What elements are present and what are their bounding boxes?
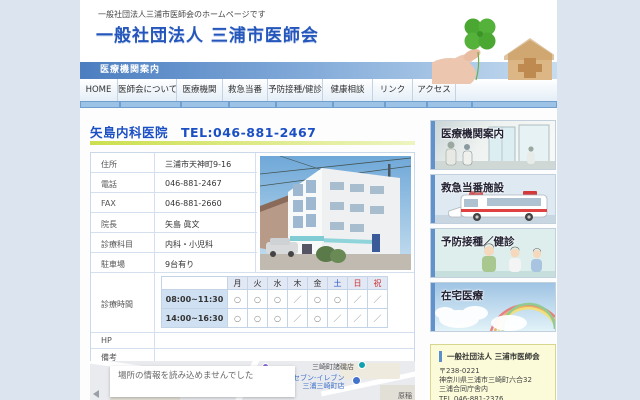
row-label: 診療科目 bbox=[91, 233, 155, 252]
page: 一般社団法人三浦市医師会のホームページです 一般社団法人 三浦市医師会 医療機関… bbox=[0, 0, 640, 400]
schedule-afternoon-row: 14:00~16:30 ○ ○ ○ ／ ○ ／ ／ ／ bbox=[161, 308, 388, 328]
sidebar-button-home-care[interactable]: 在宅医療 bbox=[430, 282, 556, 332]
day-thu: 木 bbox=[287, 276, 308, 290]
button-accent-bar bbox=[431, 121, 435, 169]
main-content: 矢島内科医院 TEL:046-881-2467 住所 三浦市天神町9-16 電話… bbox=[80, 108, 557, 400]
row-label: 院長 bbox=[91, 213, 155, 232]
house-icon bbox=[504, 38, 554, 80]
content-area: 一般社団法人三浦市医師会のホームページです 一般社団法人 三浦市医師会 医療機関… bbox=[80, 0, 557, 400]
row-value: 046-881-2660 bbox=[155, 193, 256, 212]
nav-item-links[interactable]: リンク bbox=[373, 79, 413, 101]
map-poi-icon bbox=[358, 361, 366, 369]
time-slot: 14:00~16:30 bbox=[161, 308, 228, 328]
schedule-header-row: 月 火 水 木 金 土 日 祝 bbox=[161, 276, 388, 290]
day-wed: 水 bbox=[267, 276, 288, 290]
association-name: 一般社団法人 三浦市医師会 bbox=[439, 351, 555, 362]
map-poi-icon bbox=[352, 376, 361, 385]
map-poi-seven-eleven: セブン-イレブン 三浦三崎町店 bbox=[293, 374, 345, 391]
day-holiday: 祝 bbox=[367, 276, 388, 290]
nav-item-vaccination[interactable]: 予防接種/健診 bbox=[268, 79, 323, 101]
nav-underline-strip bbox=[80, 101, 557, 108]
sidebar-button-institutions[interactable]: 医療機関案内 bbox=[430, 120, 556, 170]
map-control-icon[interactable] bbox=[93, 390, 99, 398]
row-value bbox=[155, 333, 414, 348]
button-accent-bar bbox=[431, 229, 435, 277]
row-value: 046-881-2467 bbox=[155, 173, 256, 192]
sidebar-button-vaccination[interactable]: 予防接種／健診 bbox=[430, 228, 556, 278]
association-info-box: 一般社団法人 三浦市医師会 〒238-0221 神奈川県三浦市三崎町六合32 三… bbox=[430, 344, 556, 400]
table-row-hours: 診療時間 月 火 水 木 金 土 日 祝 08:00~11:30 ○ ○ ○ ／… bbox=[91, 273, 414, 333]
day-sun: 日 bbox=[347, 276, 368, 290]
address-line2: 三浦合同庁舎内 bbox=[439, 385, 488, 394]
sidebar-button-label: 医療機関案内 bbox=[441, 128, 504, 140]
map-poi-label: 三崎町諸磯店 bbox=[312, 363, 354, 371]
table-row-hp: HP bbox=[91, 333, 414, 349]
nav-item-emergency[interactable]: 救急当番 bbox=[223, 79, 268, 101]
sidebar-button-label: 救急当番施設 bbox=[441, 182, 504, 194]
tel-line: TEL 046-881-2376 bbox=[439, 394, 504, 400]
day-tue: 火 bbox=[247, 276, 268, 290]
location-map[interactable]: 三崎町諸磯店 セブン-イレブン 三浦三崎町店 原稲 場所の情報を読み込めませんで… bbox=[90, 361, 415, 400]
row-label: 電話 bbox=[91, 173, 155, 192]
map-error-box: 場所の情報を読み込めませんでした bbox=[110, 366, 295, 397]
clinic-building-photo bbox=[257, 153, 414, 273]
time-slot: 08:00~11:30 bbox=[161, 289, 228, 309]
row-label: 住所 bbox=[91, 153, 155, 172]
row-label: HP bbox=[91, 333, 155, 348]
button-accent-bar bbox=[431, 175, 435, 223]
ambulance-icon bbox=[447, 191, 548, 221]
schedule-morning-row: 08:00~11:30 ○ ○ ○ ／ ○ ○ ／ ／ bbox=[161, 289, 388, 309]
row-value: 内科・小児科 bbox=[155, 233, 256, 252]
sidebar-button-emergency[interactable]: 救急当番施設 bbox=[430, 174, 556, 224]
nav-item-home[interactable]: HOME bbox=[80, 79, 118, 101]
map-poi-partial-label: 原稲 bbox=[398, 392, 412, 400]
site-title: 一般社団法人 三浦市医師会 bbox=[96, 26, 319, 46]
site-tagline: 一般社団法人三浦市医師会のホームページです bbox=[98, 10, 266, 19]
clover-icon bbox=[464, 18, 496, 50]
row-label: 診療時間 bbox=[91, 273, 155, 332]
sidebar-button-label: 在宅医療 bbox=[441, 290, 483, 302]
button-accent-bar bbox=[431, 283, 435, 331]
day-mon: 月 bbox=[227, 276, 248, 290]
day-sat: 土 bbox=[327, 276, 348, 290]
row-value: 9台有り bbox=[155, 253, 256, 272]
clover-hand-house-image bbox=[432, 18, 554, 84]
schedule-table: 月 火 水 木 金 土 日 祝 08:00~11:30 ○ ○ ○ ／ ○ ○ … bbox=[161, 276, 388, 328]
sidebar-button-label: 予防接種／健診 bbox=[441, 236, 515, 248]
map-error-text: 場所の情報を読み込めませんでした bbox=[118, 371, 254, 381]
row-label: FAX bbox=[91, 193, 155, 212]
postal-code: 〒238-0221 bbox=[439, 367, 480, 375]
row-value: 三浦市天神町9-16 bbox=[155, 153, 256, 172]
nav-item-consultation[interactable]: 健康相談 bbox=[323, 79, 373, 101]
day-fri: 金 bbox=[307, 276, 328, 290]
title-underline bbox=[90, 141, 415, 145]
row-value: 矢島 眞文 bbox=[155, 213, 256, 232]
nav-item-institutions[interactable]: 医療機関 bbox=[177, 79, 223, 101]
clinic-info-table: 住所 三浦市天神町9-16 電話 046-881-2467 FAX 046-88… bbox=[90, 152, 415, 363]
nav-item-about[interactable]: 医師会について bbox=[118, 79, 177, 101]
row-label: 駐車場 bbox=[91, 253, 155, 272]
page-title: 矢島内科医院 TEL:046-881-2467 bbox=[90, 125, 317, 140]
